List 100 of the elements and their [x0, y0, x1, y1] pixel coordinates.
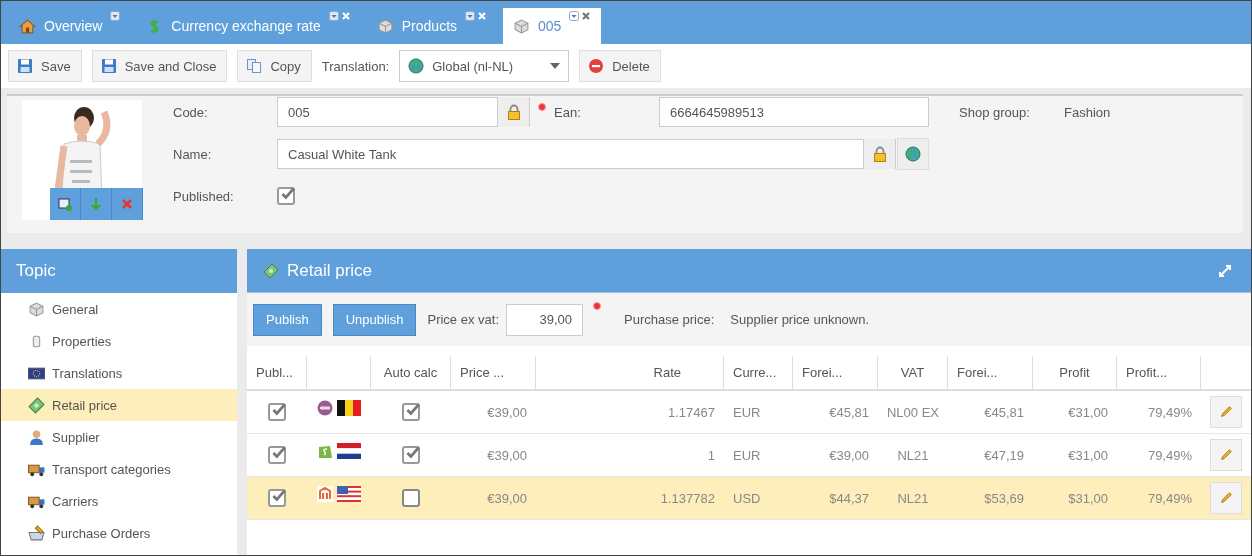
flag-icon — [337, 400, 361, 416]
table-cell: €39,00 — [829, 447, 869, 463]
expand-icon[interactable] — [1217, 262, 1233, 279]
toolbar-button[interactable]: Save and Close — [91, 50, 228, 82]
table-cell: 1.17467 — [668, 404, 715, 420]
table-cell: 1.137782 — [660, 490, 715, 506]
sidebar-item[interactable]: Transport categories — [1, 453, 237, 485]
caret-icon — [550, 63, 561, 69]
code-field[interactable]: 005 — [277, 97, 530, 127]
pencil-icon — [1219, 405, 1233, 419]
published-checkbox[interactable] — [277, 187, 295, 205]
sidebar-item[interactable]: Purchase Orders — [1, 517, 237, 549]
published-checkbox[interactable] — [268, 403, 286, 421]
column-header[interactable]: Curre... — [724, 356, 793, 389]
table-cell: €39,00 — [487, 404, 527, 420]
column-header[interactable]: Forei... — [948, 356, 1033, 389]
column-header[interactable]: Profit — [1033, 356, 1117, 389]
column-header[interactable]: VAT — [878, 356, 948, 389]
minus-circle-icon — [588, 58, 605, 74]
name-field[interactable]: Casual White Tank — [277, 139, 896, 169]
globe-icon — [408, 58, 425, 74]
table-cell: €45,81 — [829, 404, 869, 420]
tab[interactable]: 005 — [503, 8, 602, 44]
table-cell: €47,19 — [984, 447, 1024, 463]
table-cell: EUR — [733, 447, 761, 463]
add-image-button[interactable] — [50, 188, 81, 220]
edit-button[interactable] — [1210, 439, 1242, 471]
flag-icon — [337, 486, 361, 502]
table-cell: USD — [733, 490, 761, 506]
menu-icon[interactable] — [569, 11, 580, 21]
ean-field[interactable]: 6664645989513 — [659, 97, 929, 127]
padlock-icon — [871, 146, 888, 162]
padlock-icon — [505, 104, 522, 120]
table-cell: 79,49% — [1147, 447, 1192, 463]
table-cell: €39,00 — [487, 447, 527, 463]
price-label: Price ex vat: — [427, 312, 499, 327]
box-icon — [376, 17, 394, 35]
menu-icon[interactable] — [328, 11, 339, 21]
menu-icon[interactable] — [465, 11, 476, 21]
translation-dropdown[interactable]: Global (nl-NL) — [399, 50, 570, 82]
sidebar-item[interactable]: Translations — [1, 357, 237, 389]
table-cell: $44,37 — [829, 490, 869, 506]
field-label: Published: — [173, 188, 235, 204]
purchase-price-label: Purchase price: — [624, 312, 715, 327]
sidebar-item[interactable]: Properties — [1, 325, 237, 357]
globe-icon — [905, 146, 921, 162]
price-field[interactable]: 39,00 — [506, 303, 583, 336]
down-arrow-icon — [89, 197, 103, 211]
table-cell: $53,69 — [984, 490, 1024, 506]
table-cell: 1 — [707, 447, 715, 463]
table-row[interactable]: €39,00 1.17467 EUR €45,81 NL00 EX €45,81 €31,00 79,49% — [247, 391, 1251, 434]
translate-button[interactable] — [897, 138, 929, 170]
table-cell: $31,00 — [1068, 490, 1108, 506]
shop-group-value: Fashion — [1064, 104, 1111, 120]
table-cell: €31,00 — [1068, 404, 1108, 420]
table-cell: NL21 — [897, 490, 929, 506]
person-icon — [28, 428, 45, 446]
auto-calc-checkbox[interactable] — [402, 446, 420, 464]
table-cell: 79,49% — [1147, 404, 1192, 420]
auto-calc-checkbox[interactable] — [402, 489, 420, 507]
table-cell: €31,00 — [1068, 447, 1108, 463]
column-header[interactable]: Publ... — [247, 356, 307, 389]
table-cell: €39,00 — [487, 490, 527, 506]
table-cell: EUR — [733, 404, 761, 420]
column-header[interactable]: Auto calc — [371, 356, 451, 389]
published-checkbox[interactable] — [268, 446, 286, 464]
sidebar-item[interactable]: General — [1, 293, 237, 325]
panel-title: Retail price — [287, 260, 374, 281]
sidebar-title: Topic — [1, 249, 237, 293]
home-icon — [19, 17, 36, 35]
toolbar-button[interactable]: Copy — [237, 50, 312, 82]
field-label: Name: — [173, 146, 213, 162]
close-icon[interactable] — [581, 11, 592, 21]
table-cell: €45,81 — [984, 404, 1024, 420]
column-header[interactable]: Rate — [536, 356, 724, 389]
banknote-icon — [28, 396, 45, 414]
field-label: Shop group: — [959, 104, 1031, 120]
flag-icon — [337, 443, 361, 459]
sidebar-item[interactable]: Retail price — [1, 389, 237, 421]
box-icon — [513, 17, 531, 35]
pencil-icon — [1219, 491, 1233, 505]
published-checkbox[interactable] — [268, 489, 286, 507]
edit-button[interactable] — [1210, 482, 1242, 514]
cross-icon — [120, 197, 134, 211]
delete-button[interactable]: Delete — [579, 50, 661, 82]
field-label: Ean: — [554, 104, 582, 120]
sidebar-item[interactable]: Carriers — [1, 485, 237, 517]
column-header[interactable]: Forei... — [793, 356, 878, 389]
sidebar-item[interactable]: Supplier — [1, 421, 237, 453]
column-header[interactable]: Profit... — [1117, 356, 1201, 389]
column-header[interactable]: Price ... — [451, 356, 536, 389]
banknote-icon — [263, 262, 279, 279]
auto-calc-checkbox[interactable] — [402, 403, 420, 421]
edit-button[interactable] — [1210, 396, 1242, 428]
field-label: Code: — [173, 104, 209, 120]
shopping-bag-icon — [317, 443, 333, 459]
toolbar-button[interactable]: Save — [8, 50, 82, 82]
pencil-icon — [1219, 448, 1233, 462]
table-cell: NL00 EX — [887, 404, 940, 420]
menu-icon[interactable] — [110, 11, 121, 21]
